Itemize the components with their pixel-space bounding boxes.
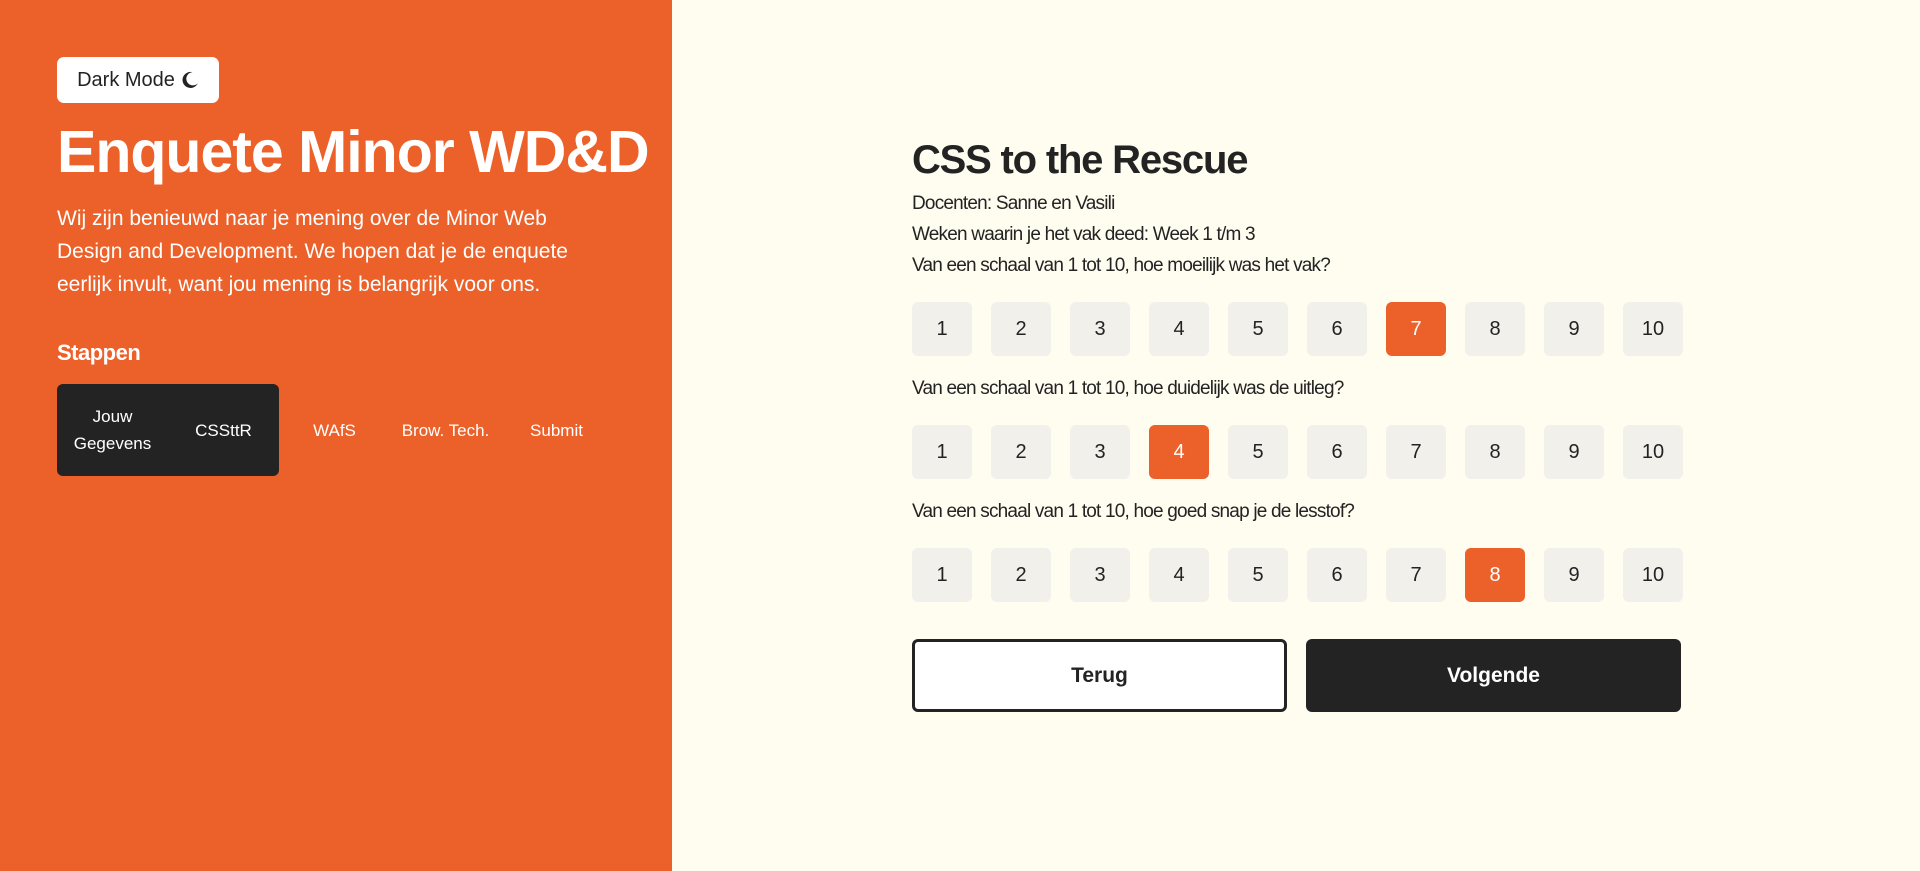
rating-option-7[interactable]: 7	[1386, 548, 1446, 602]
back-button[interactable]: Terug	[912, 639, 1287, 712]
rating-option-4[interactable]: 4	[1149, 302, 1209, 356]
question-label: Van een schaal van 1 tot 10, hoe duideli…	[912, 378, 1344, 399]
steps-nav: Jouw Gegevens CSSttR WAfS Brow. Tech. Su…	[57, 384, 612, 476]
steps-heading: Stappen	[57, 340, 141, 365]
rating-option-1[interactable]: 1	[912, 548, 972, 602]
step-submit[interactable]: Submit	[501, 384, 612, 476]
page-title: Enquete Minor WD&D	[57, 119, 650, 185]
rating-option-5[interactable]: 5	[1228, 425, 1288, 479]
weeks-text: Weken waarin je het vak deed: Week 1 t/m…	[912, 224, 1256, 245]
question-label: Van een schaal van 1 tot 10, hoe moeilij…	[912, 255, 1331, 276]
rating-option-9[interactable]: 9	[1544, 425, 1604, 479]
rating-option-3[interactable]: 3	[1070, 548, 1130, 602]
rating-option-2[interactable]: 2	[991, 302, 1051, 356]
rating-scale: 1 2 3 4 5 6 7 8 9 10	[912, 425, 1683, 479]
rating-option-10[interactable]: 10	[1623, 548, 1683, 602]
intro-text: Wij zijn benieuwd naar je mening over de…	[57, 207, 568, 296]
rating-option-9[interactable]: 9	[1544, 302, 1604, 356]
question-label: Van een schaal van 1 tot 10, hoe goed sn…	[912, 501, 1355, 522]
section-title: CSS to the Rescue	[912, 138, 1248, 182]
step-wafs[interactable]: WAfS	[279, 384, 390, 476]
rating-option-3[interactable]: 3	[1070, 425, 1130, 479]
rating-option-7[interactable]: 7	[1386, 302, 1446, 356]
teachers-text: Docenten: Sanne en Vasili	[912, 193, 1115, 214]
rating-option-4[interactable]: 4	[1149, 548, 1209, 602]
rating-option-2[interactable]: 2	[991, 425, 1051, 479]
rating-option-1[interactable]: 1	[912, 302, 972, 356]
next-button[interactable]: Volgende	[1306, 639, 1681, 712]
step-csttr[interactable]: CSSttR	[168, 384, 279, 476]
rating-scale: 1 2 3 4 5 6 7 8 9 10	[912, 302, 1683, 356]
rating-option-7[interactable]: 7	[1386, 425, 1446, 479]
rating-option-9[interactable]: 9	[1544, 548, 1604, 602]
rating-option-4[interactable]: 4	[1149, 425, 1209, 479]
step-jouw-gegevens[interactable]: Jouw Gegevens	[57, 384, 168, 476]
rating-option-10[interactable]: 10	[1623, 425, 1683, 479]
rating-option-2[interactable]: 2	[991, 548, 1051, 602]
rating-option-1[interactable]: 1	[912, 425, 972, 479]
dark-mode-label: Dark Mode	[77, 68, 175, 91]
rating-option-5[interactable]: 5	[1228, 302, 1288, 356]
rating-option-8[interactable]: 8	[1465, 302, 1525, 356]
sidebar: Dark Mode Enquete Minor WD&D Wij zijn be…	[0, 0, 672, 871]
rating-option-6[interactable]: 6	[1307, 548, 1367, 602]
dark-mode-toggle[interactable]: Dark Mode	[57, 57, 219, 103]
rating-scale: 1 2 3 4 5 6 7 8 9 10	[912, 548, 1683, 602]
rating-option-6[interactable]: 6	[1307, 302, 1367, 356]
rating-option-6[interactable]: 6	[1307, 425, 1367, 479]
rating-option-8[interactable]: 8	[1465, 425, 1525, 479]
rating-option-8[interactable]: 8	[1465, 548, 1525, 602]
step-brow-tech[interactable]: Brow. Tech.	[390, 384, 501, 476]
moon-icon	[181, 71, 199, 89]
rating-option-5[interactable]: 5	[1228, 548, 1288, 602]
rating-option-3[interactable]: 3	[1070, 302, 1130, 356]
rating-option-10[interactable]: 10	[1623, 302, 1683, 356]
